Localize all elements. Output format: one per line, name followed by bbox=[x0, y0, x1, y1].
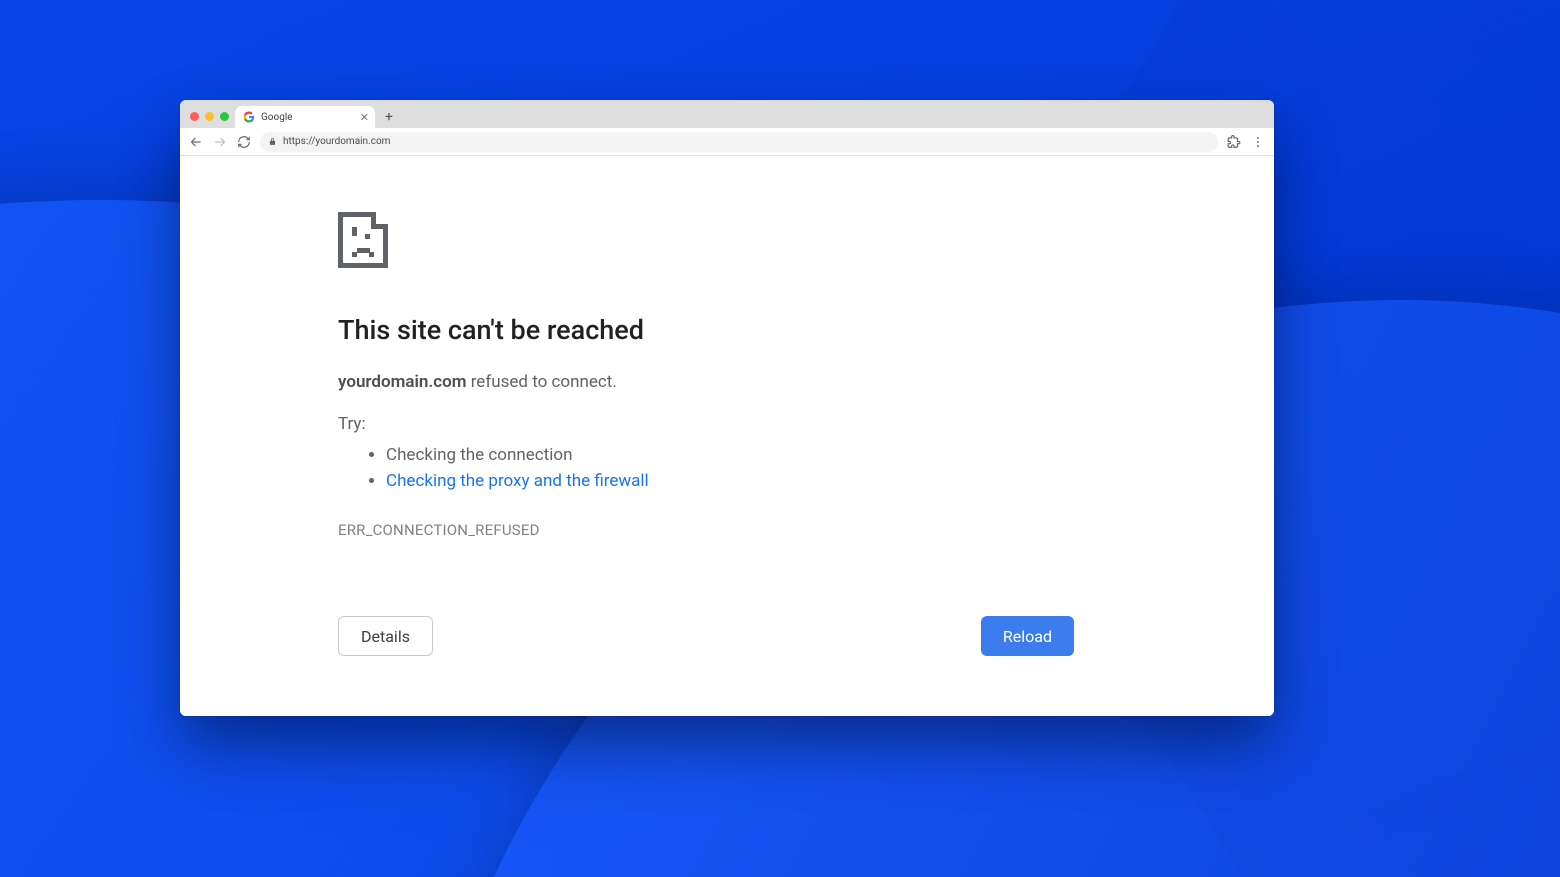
toolbar: https://yourdomain.com bbox=[180, 128, 1274, 156]
extensions-button[interactable] bbox=[1226, 134, 1242, 150]
traffic-lights bbox=[186, 112, 235, 128]
details-button[interactable]: Details bbox=[338, 616, 433, 656]
reload-icon bbox=[237, 135, 251, 149]
tab-title: Google bbox=[261, 112, 354, 123]
google-favicon-icon bbox=[243, 111, 255, 123]
address-bar[interactable]: https://yourdomain.com bbox=[260, 132, 1218, 152]
error-code: ERR_CONNECTION_REFUSED bbox=[338, 521, 978, 539]
error-message: yourdomain.com refused to connect. bbox=[338, 372, 978, 392]
browser-tab[interactable]: Google ✕ bbox=[235, 106, 375, 128]
lock-icon bbox=[268, 136, 277, 147]
try-item: Checking the proxy and the firewall bbox=[386, 468, 978, 494]
menu-button[interactable] bbox=[1250, 134, 1266, 150]
proxy-firewall-link[interactable]: Checking the proxy and the firewall bbox=[386, 471, 649, 491]
try-item: Checking the connection bbox=[386, 442, 978, 468]
reload-button[interactable]: Reload bbox=[981, 616, 1074, 656]
url-text: https://yourdomain.com bbox=[283, 136, 1210, 147]
window-maximize-button[interactable] bbox=[220, 112, 229, 121]
try-label: Try: bbox=[338, 414, 978, 434]
window-close-button[interactable] bbox=[190, 112, 199, 121]
forward-button[interactable] bbox=[212, 134, 228, 150]
window-minimize-button[interactable] bbox=[205, 112, 214, 121]
arrow-right-icon bbox=[213, 135, 227, 149]
browser-window: Google ✕ + https://yourdomain.com bbox=[180, 100, 1274, 716]
tab-close-icon[interactable]: ✕ bbox=[360, 111, 369, 124]
back-button[interactable] bbox=[188, 134, 204, 150]
sad-page-icon bbox=[338, 212, 978, 272]
error-message-suffix: refused to connect. bbox=[466, 372, 616, 392]
error-page-content: This site can't be reached yourdomain.co… bbox=[180, 156, 1274, 716]
kebab-menu-icon bbox=[1251, 135, 1265, 149]
arrow-left-icon bbox=[189, 135, 203, 149]
error-heading: This site can't be reached bbox=[338, 314, 978, 346]
tab-strip: Google ✕ + bbox=[180, 100, 1274, 128]
reload-nav-button[interactable] bbox=[236, 134, 252, 150]
new-tab-button[interactable]: + bbox=[379, 107, 399, 127]
extension-icon bbox=[1227, 135, 1241, 149]
try-list: Checking the connection Checking the pro… bbox=[386, 442, 978, 495]
button-row: Details Reload bbox=[338, 616, 1074, 656]
error-domain: yourdomain.com bbox=[338, 372, 466, 392]
